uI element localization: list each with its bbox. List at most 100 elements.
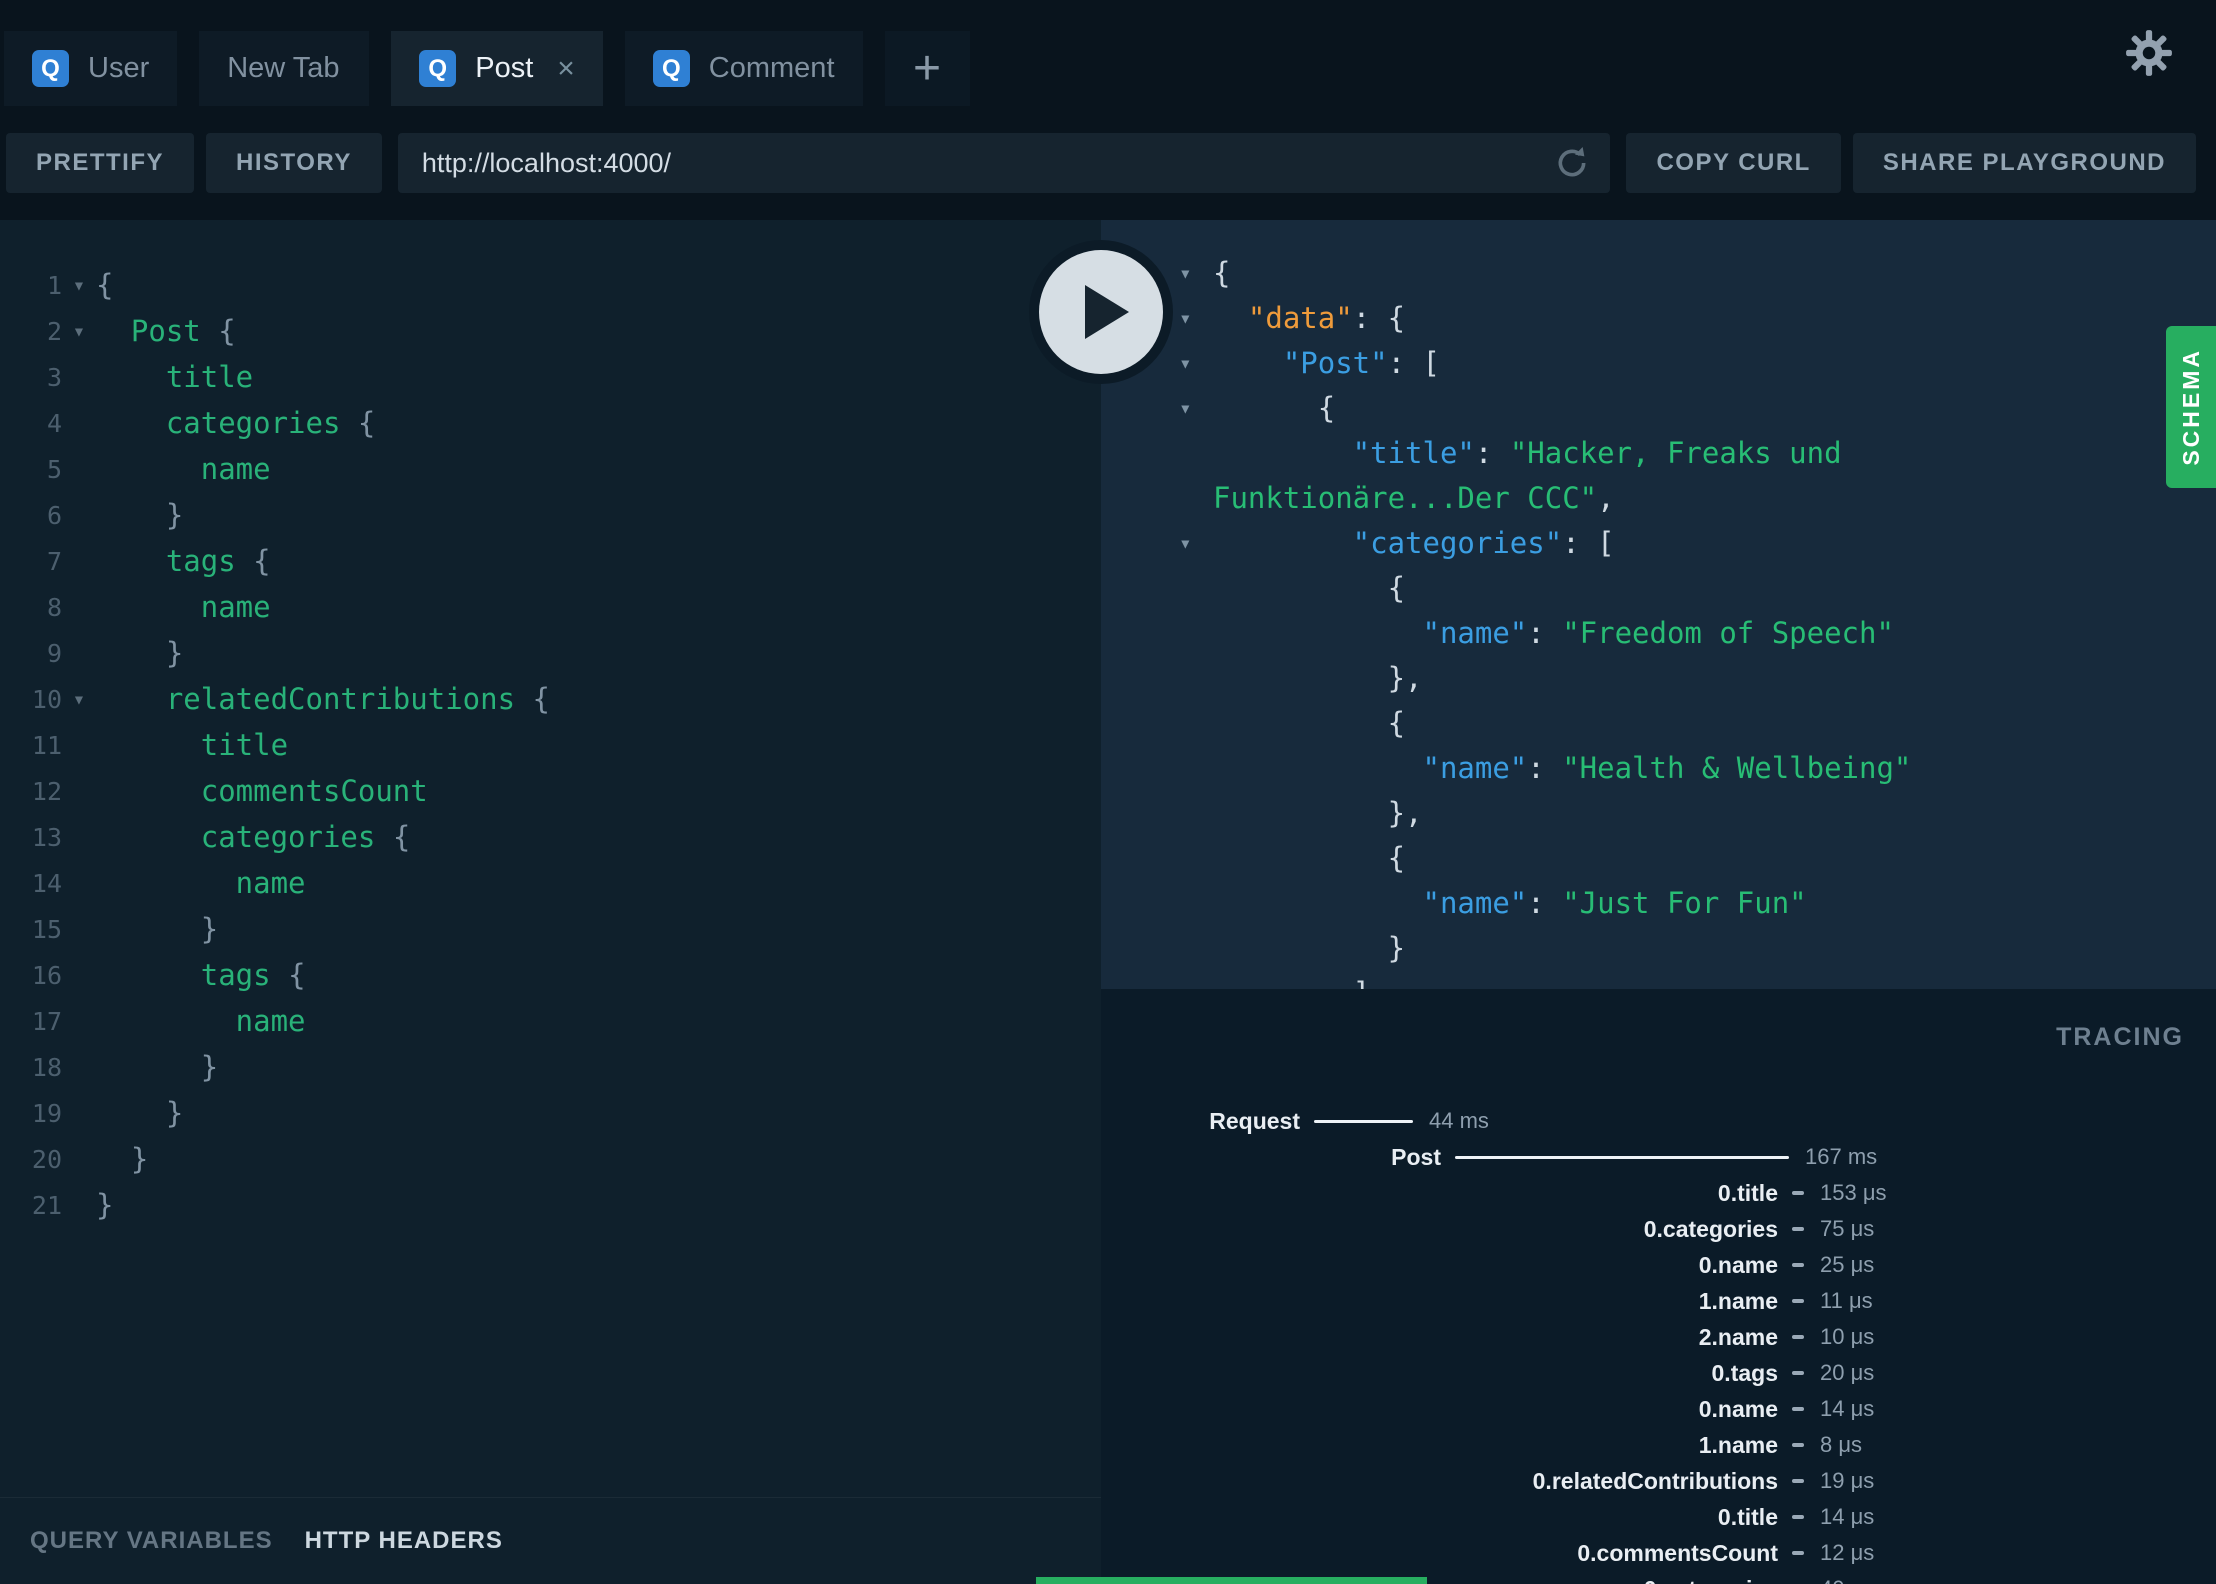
line-number: 11 bbox=[31, 730, 62, 760]
code-text: title bbox=[96, 360, 254, 394]
query-badge-icon: Q bbox=[652, 50, 690, 87]
tracing-label: 0.title bbox=[1717, 1503, 1778, 1530]
tracing-time: 44 ms bbox=[1429, 1108, 1489, 1133]
share-playground-button[interactable]: SHARE PLAYGROUND bbox=[1852, 133, 2196, 193]
fold-arrow-icon[interactable]: ▾ bbox=[62, 273, 96, 297]
code-text: categories { bbox=[96, 406, 376, 440]
response-line: ▾ "categories": [ bbox=[1101, 520, 2216, 565]
http-headers-tab[interactable]: HTTP HEADERS bbox=[305, 1527, 503, 1555]
code-text: "name": "Freedom of Speech" bbox=[1213, 615, 1894, 650]
line-number: 16 bbox=[31, 960, 62, 990]
endpoint-url-bar bbox=[397, 133, 1611, 193]
editor-line: 15 } bbox=[0, 906, 1101, 952]
fold-arrow-icon[interactable]: ▾ bbox=[1179, 396, 1192, 420]
line-number: 20 bbox=[31, 1144, 62, 1174]
tab-close-icon[interactable]: × bbox=[557, 53, 575, 84]
code-text: } bbox=[1213, 930, 1406, 965]
reset-endpoint-icon[interactable] bbox=[1552, 143, 1592, 183]
tracing-row: 0.categories 75 μs bbox=[1101, 1211, 2216, 1247]
editor-line: 3 title bbox=[0, 354, 1101, 400]
code-text: "name": "Just For Fun" bbox=[1213, 885, 1807, 920]
query-editor[interactable]: 1 ▾{2 ▾ Post {3 title 4 categories {5 name 6… bbox=[0, 220, 1101, 1497]
code-text: { bbox=[1213, 705, 1406, 740]
code-text: } bbox=[96, 1142, 149, 1176]
tracing-row: 0.title 153 μs bbox=[1101, 1175, 2216, 1211]
fold-arrow-icon[interactable]: ▾ bbox=[1179, 306, 1192, 330]
code-text: { bbox=[1213, 570, 1406, 605]
response-line: "name": "Just For Fun" bbox=[1101, 880, 2216, 925]
tracing-row: 1.name 8 μs bbox=[1101, 1427, 2216, 1463]
tab-comment[interactable]: Q Comment bbox=[624, 31, 863, 106]
execute-query-button[interactable] bbox=[1039, 250, 1163, 374]
editor-line: 20 } bbox=[0, 1136, 1101, 1182]
tracing-row: Request 44 ms bbox=[1101, 1103, 2216, 1139]
response-line: ▾{ bbox=[1101, 250, 2216, 295]
tracing-label: 1.name bbox=[1698, 1287, 1778, 1314]
line-number: 19 bbox=[31, 1098, 62, 1128]
fold-arrow-icon[interactable]: ▾ bbox=[1179, 351, 1192, 375]
prettify-button[interactable]: PRETTIFY bbox=[6, 133, 195, 193]
tracing-time: 14 μs bbox=[1820, 1504, 1875, 1529]
fold-arrow-icon[interactable]: ▾ bbox=[62, 687, 96, 711]
add-tab-button[interactable]: + bbox=[884, 31, 970, 106]
fold-arrow-icon[interactable]: ▾ bbox=[62, 319, 96, 343]
code-text: relatedContributions { bbox=[96, 682, 550, 716]
fold-arrow-icon[interactable]: ▾ bbox=[1179, 261, 1192, 285]
code-text: { bbox=[1213, 390, 1336, 425]
tab-list: Q User New Tab Q Post × Q Comment bbox=[4, 31, 885, 106]
code-text: } bbox=[96, 1096, 184, 1130]
code-text: name bbox=[96, 866, 306, 900]
line-number: 1 bbox=[46, 270, 62, 300]
history-button[interactable]: HISTORY bbox=[206, 133, 382, 193]
query-variables-tab[interactable]: QUERY VARIABLES bbox=[30, 1527, 273, 1555]
tracing-time: 11 μs bbox=[1820, 1288, 1873, 1313]
response-line: } bbox=[1101, 925, 2216, 970]
line-number: 15 bbox=[31, 914, 62, 944]
code-text: commentsCount bbox=[96, 774, 428, 808]
tracing-duration-bar bbox=[1792, 1335, 1804, 1339]
tab-label: Post bbox=[475, 52, 534, 84]
endpoint-url-input[interactable] bbox=[421, 147, 1553, 179]
tracing-label: 0.name bbox=[1698, 1251, 1778, 1278]
tracing-duration-bar bbox=[1792, 1227, 1804, 1231]
workspace: 1 ▾{2 ▾ Post {3 title 4 categories {5 name 6… bbox=[0, 220, 2216, 1584]
code-text: { bbox=[1213, 255, 1231, 290]
fold-arrow-icon[interactable]: ▾ bbox=[1179, 531, 1192, 555]
line-number: 2 bbox=[46, 316, 62, 346]
code-text: tags { bbox=[96, 544, 271, 578]
code-text: categories { bbox=[96, 820, 411, 854]
tracing-time: 25 μs bbox=[1820, 1252, 1875, 1277]
tab-new-tab[interactable]: New Tab bbox=[199, 31, 370, 106]
response-line: ▾ "data": { bbox=[1101, 295, 2216, 340]
response-line: "name": "Freedom of Speech" bbox=[1101, 610, 2216, 655]
response-line: "title": "Hacker, Freaks und bbox=[1101, 430, 2216, 475]
code-text: }, bbox=[1213, 795, 1423, 830]
line-number: 8 bbox=[46, 592, 62, 622]
response-line: }, bbox=[1101, 655, 2216, 700]
tracing-label: 0.categories bbox=[1643, 1215, 1778, 1242]
tab-label: New Tab bbox=[227, 52, 340, 84]
tracing-label: Post bbox=[1391, 1143, 1441, 1170]
tracing-duration-bar bbox=[1792, 1479, 1804, 1483]
code-text: "data": { bbox=[1213, 300, 1406, 335]
tracing-duration-bar bbox=[1792, 1551, 1804, 1555]
tracing-toggle[interactable]: TRACING bbox=[2056, 1023, 2184, 1052]
line-number: 3 bbox=[46, 362, 62, 392]
code-text: } bbox=[96, 636, 184, 670]
tracing-label: 1.name bbox=[1698, 1431, 1778, 1458]
code-text: title bbox=[96, 728, 289, 762]
tab-user[interactable]: Q User bbox=[4, 31, 178, 106]
editor-line: 4 categories { bbox=[0, 400, 1101, 446]
schema-sidebar-tab[interactable]: SCHEMA bbox=[2166, 326, 2216, 488]
tracing-label: Request bbox=[1209, 1107, 1300, 1134]
graphql-playground-window: Q User New Tab Q Post × Q Comment + PRETTI bbox=[0, 0, 2216, 1584]
tracing-label: 0.title bbox=[1717, 1179, 1778, 1206]
tab-post[interactable]: Q Post × bbox=[391, 31, 603, 106]
code-text: { bbox=[96, 268, 114, 302]
line-number: 13 bbox=[31, 822, 62, 852]
tracing-duration-bar bbox=[1792, 1263, 1804, 1267]
settings-gear-icon[interactable] bbox=[2124, 28, 2174, 83]
play-icon bbox=[1085, 285, 1129, 339]
copy-curl-button[interactable]: COPY CURL bbox=[1626, 133, 1841, 193]
response-line: { bbox=[1101, 835, 2216, 880]
